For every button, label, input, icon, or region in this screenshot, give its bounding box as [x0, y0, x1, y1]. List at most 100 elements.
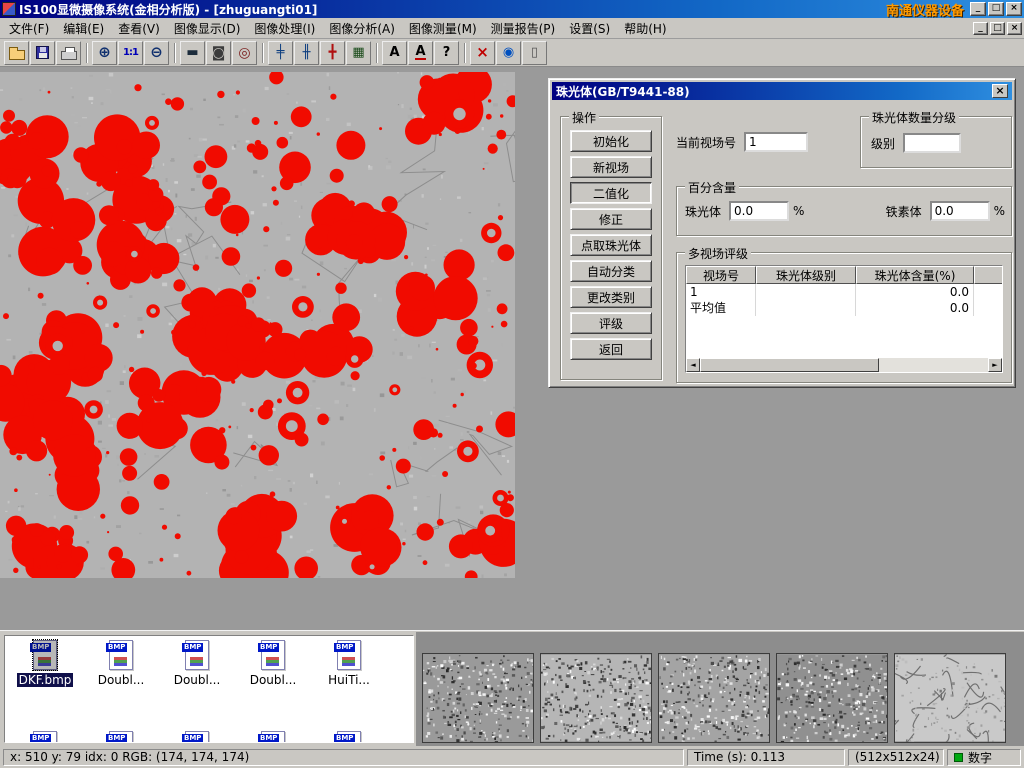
dialog-title: 珠光体(GB/T9441-88) [556, 83, 992, 100]
op-button-6[interactable]: 更改类别 [570, 286, 652, 308]
menu-item-2[interactable]: 查看(V) [111, 18, 167, 39]
menu-item-0[interactable]: 文件(F) [2, 18, 56, 39]
mode-label: 数字 [968, 749, 992, 766]
pearlite-label: 珠光体 [685, 203, 721, 220]
titlebar[interactable]: IS100显微摄像系统(金相分析版) - [zhuguangti01] 南通仪器… [0, 0, 1024, 18]
file-item-partial-0[interactable]: BMP [7, 727, 83, 743]
help-icon[interactable]: ? [434, 41, 459, 65]
measure-vertical-icon[interactable]: ╫ [294, 41, 319, 65]
time-status: Time (s): 0.113 [687, 749, 845, 766]
grading-group-label: 珠光体数量分级 [869, 109, 959, 126]
op-button-3[interactable]: 修正 [570, 208, 652, 230]
grid-icon[interactable]: ▦ [346, 41, 371, 65]
op-button-7[interactable]: 评级 [570, 312, 652, 334]
thumbnail-3[interactable] [658, 653, 770, 743]
display-icon[interactable]: ▬ [180, 41, 205, 65]
title-close-button[interactable]: × [1006, 2, 1022, 16]
menu-item-5[interactable]: 图像分析(A) [322, 18, 402, 39]
level-label: 级别 [871, 135, 895, 152]
table-header-1[interactable]: 珠光体级别 [756, 266, 856, 284]
child-restore-button[interactable]: □ [990, 22, 1005, 35]
file-item-partial-4[interactable]: BMP [311, 727, 387, 743]
binarized-pearlite-image [0, 72, 515, 578]
child-close-button[interactable]: × [1007, 22, 1022, 35]
menu-item-1[interactable]: 编辑(E) [56, 18, 111, 39]
file-item-3[interactable]: BMPDoubl... [235, 636, 311, 687]
menu-item-6[interactable]: 图像测量(M) [402, 18, 484, 39]
actual-size-icon[interactable]: 1:1 [118, 41, 143, 65]
scroll-right-button[interactable]: ► [988, 358, 1002, 372]
open-icon[interactable] [4, 41, 29, 65]
bmp-file-icon: BMP [337, 640, 361, 670]
calibrate-icon[interactable]: ╋ [320, 41, 345, 65]
file-name: Doubl... [172, 673, 223, 687]
thumbnail-4[interactable] [776, 653, 888, 743]
file-item-2[interactable]: BMPDoubl... [159, 636, 235, 687]
text-style-icon[interactable]: A [408, 41, 433, 65]
measure-horizontal-icon[interactable]: ╪ [268, 41, 293, 65]
ferrite-percent-input[interactable] [930, 201, 990, 221]
scrollbar-track[interactable] [700, 358, 988, 372]
title-maximize-button[interactable]: □ [988, 2, 1004, 16]
menu-item-3[interactable]: 图像显示(D) [167, 18, 248, 39]
table-row[interactable]: 平均值0.0 [686, 300, 1002, 316]
window-title: IS100显微摄像系统(金相分析版) - [zhuguangti01] [19, 1, 317, 18]
table-header-2[interactable]: 珠光体含量(%) [856, 266, 974, 284]
op-button-4[interactable]: 点取珠光体 [570, 234, 652, 256]
bmp-file-icon: BMP [261, 731, 285, 743]
image-size-status: (512x512x24) [848, 749, 944, 766]
mode-indicator-icon [954, 753, 963, 762]
menu-item-8[interactable]: 设置(S) [562, 18, 617, 39]
preview-icon[interactable]: ◉ [496, 41, 521, 65]
print-icon[interactable] [56, 41, 81, 65]
file-item-1[interactable]: BMPDoubl... [83, 636, 159, 687]
menu-item-4[interactable]: 图像处理(I) [247, 18, 322, 39]
thumbnail-2[interactable] [540, 653, 652, 743]
current-field-label: 当前视场号 [676, 134, 736, 151]
scrollbar-thumb[interactable] [700, 358, 879, 372]
child-minimize-button[interactable]: _ [973, 22, 988, 35]
rating-table: 视场号珠光体级别珠光体含量(%)铁素 10.0平均值0.0 ◄ ► [685, 265, 1003, 373]
zoom-in-icon[interactable]: ⊕ [92, 41, 117, 65]
title-minimize-button[interactable]: _ [970, 2, 986, 16]
camera-icon[interactable]: ◙ [206, 41, 231, 65]
pearlite-percent-input[interactable] [729, 201, 789, 221]
op-button-0[interactable]: 初始化 [570, 130, 652, 152]
op-button-5[interactable]: 自动分类 [570, 260, 652, 282]
vendor-watermark: 南通仪器设备 [886, 0, 964, 19]
text-icon[interactable]: A [382, 41, 407, 65]
scroll-left-button[interactable]: ◄ [686, 358, 700, 372]
dialog-close-button[interactable]: × [992, 84, 1008, 98]
delete-icon[interactable]: × [470, 41, 495, 65]
table-header-0[interactable]: 视场号 [686, 266, 756, 284]
thumbnail-strip [416, 632, 1024, 746]
bottom-panel: BMPDKF.bmpBMPDoubl...BMPDoubl...BMPDoubl… [0, 630, 1024, 746]
file-item-partial-3[interactable]: BMP [235, 727, 311, 743]
file-list: BMPDKF.bmpBMPDoubl...BMPDoubl...BMPDoubl… [4, 635, 414, 743]
thumbnail-5[interactable] [894, 653, 1006, 743]
percent-group-label: 百分含量 [685, 179, 739, 196]
ruler-icon[interactable]: ▯ [522, 41, 547, 65]
table-row[interactable]: 10.0 [686, 284, 1002, 300]
file-item-0[interactable]: BMPDKF.bmp [7, 636, 83, 687]
op-button-1[interactable]: 新视场 [570, 156, 652, 178]
table-hscrollbar[interactable]: ◄ ► [686, 358, 1002, 372]
menu-item-9[interactable]: 帮助(H) [617, 18, 673, 39]
save-icon[interactable] [30, 41, 55, 65]
table-header-3[interactable]: 铁素 [974, 266, 1003, 284]
file-item-partial-1[interactable]: BMP [83, 727, 159, 743]
zoom-out-icon[interactable]: ⊖ [144, 41, 169, 65]
menu-item-7[interactable]: 测量报告(P) [484, 18, 563, 39]
metallograph-image[interactable] [0, 72, 515, 578]
file-item-4[interactable]: BMPHuiTi... [311, 636, 387, 687]
thumbnail-1[interactable] [422, 653, 534, 743]
table-body: 10.0平均值0.0 [686, 284, 1002, 358]
current-field-input[interactable] [744, 132, 808, 152]
level-input[interactable] [903, 133, 961, 153]
op-button-2[interactable]: 二值化 [570, 182, 652, 204]
file-item-partial-2[interactable]: BMP [159, 727, 235, 743]
capture-icon[interactable]: ◎ [232, 41, 257, 65]
op-button-8[interactable]: 返回 [570, 338, 652, 360]
dialog-titlebar[interactable]: 珠光体(GB/T9441-88) × [552, 82, 1012, 100]
pearlite-unit: % [793, 204, 804, 218]
